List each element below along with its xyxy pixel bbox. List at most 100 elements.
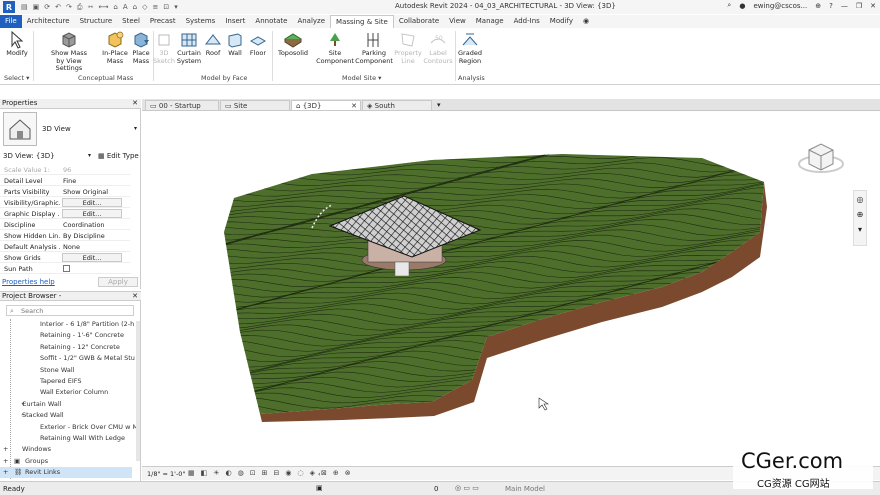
user-icon[interactable]: ● bbox=[739, 2, 745, 10]
tab-overflow-icon[interactable]: ▾ bbox=[437, 101, 441, 109]
redo-icon[interactable]: ↷ bbox=[66, 3, 72, 12]
wall-by-face-button[interactable]: Wall bbox=[225, 31, 245, 58]
browser-tree-group[interactable]: Groups bbox=[25, 457, 48, 465]
show-mass-button[interactable]: Show Mass by View Settings bbox=[42, 31, 96, 73]
browser-tree-item[interactable]: Soffit - 1/2" GWB & Metal Stu bbox=[40, 354, 135, 362]
browser-tree-item[interactable]: Retaining - 12" Concrete bbox=[40, 343, 120, 351]
active-model[interactable]: Main Model bbox=[505, 485, 545, 493]
show-crop-icon[interactable]: ⊞ bbox=[262, 469, 268, 477]
3d-view-icon[interactable]: ⌂ bbox=[133, 3, 137, 12]
editing-requests-icon[interactable]: ◎ bbox=[455, 484, 461, 492]
ribbon-tab-manage[interactable]: Manage bbox=[471, 15, 509, 28]
select-panel-label[interactable]: Select ▾ bbox=[4, 74, 29, 82]
browser-tree-group[interactable]: Windows bbox=[22, 445, 51, 453]
ribbon-tab-steel[interactable]: Steel bbox=[117, 15, 145, 28]
parking-component-button[interactable]: Parking Component bbox=[355, 31, 393, 65]
measure-icon[interactable]: ⇿ bbox=[87, 3, 93, 12]
constraints-icon[interactable]: ⊗ bbox=[345, 469, 351, 477]
close-button[interactable]: ✕ bbox=[870, 2, 876, 10]
close-hidden-icon[interactable]: ⊡ bbox=[163, 3, 169, 12]
ribbon-tab-analyze[interactable]: Analyze bbox=[292, 15, 330, 28]
close-icon[interactable]: ✕ bbox=[351, 102, 357, 110]
close-icon[interactable]: ✕ bbox=[132, 99, 138, 107]
browser-tree-item[interactable]: Stone Wall bbox=[40, 366, 74, 374]
model-selector-icon[interactable]: ▭ bbox=[472, 484, 479, 492]
property-value[interactable]: Coordination bbox=[63, 221, 105, 229]
temporary-hide-icon[interactable]: ◉ bbox=[285, 469, 291, 477]
workset-value[interactable]: 0 bbox=[434, 485, 438, 493]
browser-tree-group[interactable]: Stacked Wall bbox=[22, 411, 64, 419]
browser-tree-item[interactable]: Retaining - 1'-6" Concrete bbox=[40, 331, 124, 339]
revit-logo[interactable]: R bbox=[3, 1, 15, 13]
view-instance-selector[interactable]: 3D View: {3D} bbox=[3, 152, 55, 160]
browser-search-box[interactable]: ⌕ bbox=[6, 305, 134, 316]
modify-button[interactable]: Modify bbox=[6, 31, 28, 58]
open-icon[interactable]: ▤ bbox=[21, 3, 28, 12]
property-edit-button[interactable]: Edit... bbox=[62, 253, 122, 262]
undo-icon[interactable]: ↶ bbox=[55, 3, 61, 12]
ribbon-tab-massing-site[interactable]: Massing & Site bbox=[330, 15, 394, 28]
type-selector[interactable]: 3D View bbox=[42, 125, 71, 133]
browser-tree-item[interactable]: Wall Exterior Column bbox=[40, 388, 108, 396]
steering-wheel-icon[interactable]: ◎ bbox=[854, 195, 866, 204]
cart-icon[interactable]: ⊕ bbox=[815, 2, 821, 10]
browser-tree-group[interactable]: Curtain Wall bbox=[22, 400, 61, 408]
site-component-button[interactable]: Site Component bbox=[316, 31, 354, 65]
property-edit-button[interactable]: Edit... bbox=[62, 209, 122, 218]
properties-help-link[interactable]: Properties help bbox=[2, 278, 55, 286]
browser-tree-item[interactable]: Interior - 6 1/8" Partition (2-h bbox=[40, 320, 134, 328]
apply-button[interactable]: Apply bbox=[98, 277, 138, 287]
ribbon-tab-view[interactable]: View bbox=[444, 15, 471, 28]
in-place-mass-button[interactable]: In-Place Mass bbox=[101, 31, 129, 65]
ribbon-minimize-icon[interactable]: ◉ bbox=[578, 15, 594, 28]
property-value[interactable]: Show Original bbox=[63, 188, 108, 196]
thin-lines-icon[interactable]: ≡ bbox=[153, 3, 159, 12]
viewcube[interactable] bbox=[797, 134, 845, 182]
switch-windows-icon[interactable]: ▾ bbox=[174, 3, 178, 12]
browser-tree-group[interactable]: Revit Links bbox=[25, 468, 60, 476]
ribbon-tab-precast[interactable]: Precast bbox=[145, 15, 181, 28]
sun-path-checkbox[interactable] bbox=[63, 265, 70, 272]
place-mass-button[interactable]: Place Mass bbox=[129, 31, 153, 65]
ribbon-tab-structure[interactable]: Structure bbox=[75, 15, 118, 28]
close-icon[interactable]: ✕ bbox=[132, 292, 138, 300]
user-account[interactable]: ewing@cscos... bbox=[753, 2, 807, 10]
sync-icon[interactable]: ⟳ bbox=[44, 3, 50, 12]
property-edit-button[interactable]: Edit... bbox=[62, 198, 122, 207]
zoom-icon[interactable]: ⊕ bbox=[854, 210, 866, 219]
tag-icon[interactable]: ⌂ bbox=[113, 3, 117, 12]
help-icon[interactable]: ? bbox=[829, 2, 833, 10]
type-dropdown-icon[interactable]: ▾ bbox=[134, 125, 137, 132]
floor-by-face-button[interactable]: Floor bbox=[247, 31, 269, 58]
view-tab-site[interactable]: ▭ Site bbox=[220, 100, 290, 111]
expand-icon[interactable]: + bbox=[3, 457, 8, 465]
sun-path-icon[interactable]: ☀ bbox=[213, 469, 219, 477]
visual-style-icon[interactable]: ◧ bbox=[201, 469, 208, 477]
minimize-button[interactable]: — bbox=[841, 2, 848, 10]
dimension-icon[interactable]: ⟷ bbox=[98, 3, 108, 12]
ribbon-tab-add-ins[interactable]: Add-Ins bbox=[509, 15, 545, 28]
ribbon-tab-insert[interactable]: Insert bbox=[220, 15, 250, 28]
detail-level-icon[interactable]: ▦ bbox=[188, 469, 195, 477]
curtain-system-button[interactable]: Curtain System bbox=[176, 31, 202, 65]
view-tab-3d[interactable]: ⌂ {3D} ✕ bbox=[291, 100, 361, 111]
browser-tree-item[interactable]: Tapered EIFS bbox=[40, 377, 82, 385]
shadows-icon[interactable]: ◐ bbox=[226, 469, 232, 477]
ribbon-tab-collaborate[interactable]: Collaborate bbox=[394, 15, 444, 28]
property-value[interactable]: None bbox=[63, 243, 80, 251]
view-scale[interactable]: 1/8" = 1'-0" bbox=[147, 470, 185, 478]
ribbon-tab-file[interactable]: File bbox=[0, 15, 22, 28]
toposolid-button[interactable]: Toposolid bbox=[276, 31, 310, 58]
browser-scrollbar[interactable] bbox=[136, 321, 140, 461]
lock-icon[interactable]: ⊟ bbox=[274, 469, 280, 477]
model-site-panel-label[interactable]: Model Site ▾ bbox=[342, 74, 381, 82]
expand-icon[interactable]: + bbox=[3, 445, 8, 453]
text-icon[interactable]: A bbox=[123, 3, 128, 12]
restore-button[interactable]: ❐ bbox=[856, 2, 862, 10]
property-value[interactable]: By Discipline bbox=[63, 232, 105, 240]
worksharing-icon[interactable]: ◈ bbox=[310, 469, 315, 477]
ribbon-tab-modify[interactable]: Modify bbox=[545, 15, 578, 28]
expand-icon[interactable]: + bbox=[3, 468, 8, 476]
property-value[interactable]: 96 bbox=[63, 166, 71, 174]
ribbon-tab-architecture[interactable]: Architecture bbox=[22, 15, 75, 28]
